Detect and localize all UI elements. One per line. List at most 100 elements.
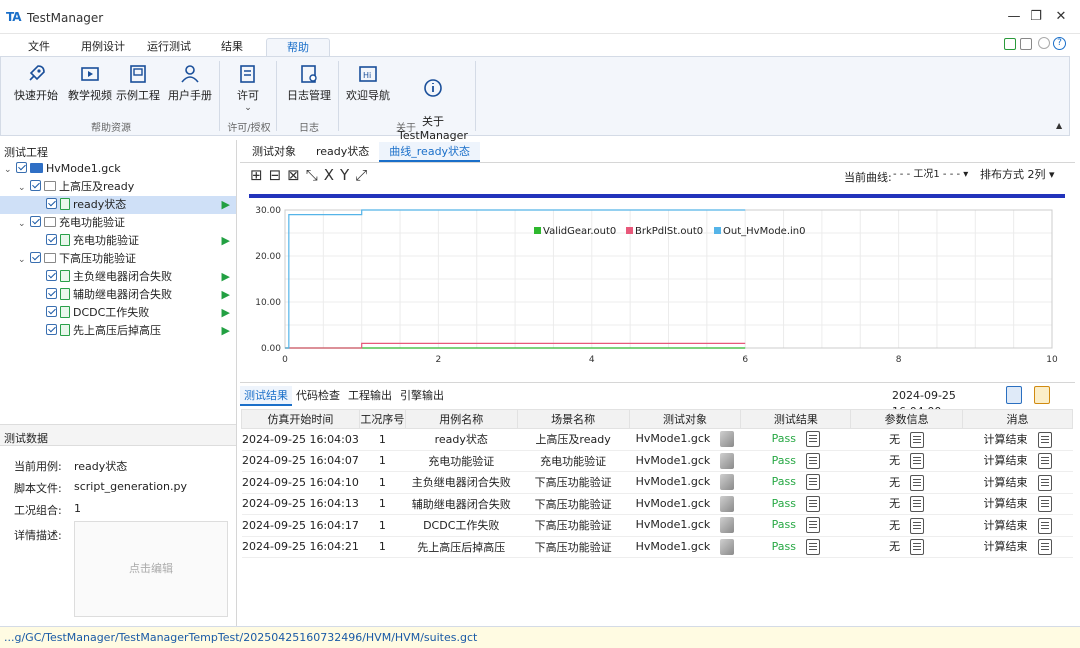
tab-ready-state[interactable]: ready状态 xyxy=(306,142,379,162)
details-icon[interactable] xyxy=(806,538,821,555)
close-button[interactable]: ✕ xyxy=(1049,8,1073,26)
zoom-in-icon[interactable]: ⊞ xyxy=(250,166,269,184)
tree-item-case[interactable]: 充电功能验证 ▶ xyxy=(0,232,236,250)
details-icon[interactable] xyxy=(806,474,821,491)
tree-item-case[interactable]: 先上高压后掉高压 ▶ xyxy=(0,322,236,340)
model-icon[interactable] xyxy=(720,431,735,448)
checkbox[interactable] xyxy=(46,234,57,245)
tree-item-case[interactable]: DCDC工作失败 ▶ xyxy=(0,304,236,322)
tree-item-folder[interactable]: ⌄ 充电功能验证 xyxy=(0,214,236,232)
details-icon[interactable] xyxy=(910,496,925,513)
menu-file[interactable]: 文件 xyxy=(20,38,58,56)
column-header[interactable]: 测试对象 xyxy=(628,409,742,429)
tree-item-project[interactable]: ⌄ HvMode1.gck xyxy=(0,160,236,178)
checkbox[interactable] xyxy=(46,198,57,209)
checkbox[interactable] xyxy=(46,306,57,317)
table-row[interactable]: 2024-09-25 16:04:13 1 辅助继电器闭合失败 下高压功能验证 HvMo… xyxy=(241,493,1073,515)
settings-icon[interactable] xyxy=(1038,37,1050,49)
details-icon[interactable] xyxy=(806,517,821,534)
y-axis-icon[interactable]: Y xyxy=(340,166,355,184)
details-icon[interactable] xyxy=(806,431,821,448)
tree-item-case[interactable]: 主负继电器闭合失败 ▶ xyxy=(0,268,236,286)
tab-test-object[interactable]: 测试对象 xyxy=(242,142,306,162)
table-row[interactable]: 2024-09-25 16:04:21 1 先上高压后掉高压 下高压功能验证 HvMod… xyxy=(241,536,1073,558)
checkbox[interactable] xyxy=(30,252,41,263)
run-icon[interactable] xyxy=(1004,38,1016,50)
description-editor[interactable]: 点击编辑 xyxy=(74,521,228,617)
tutorial-video-button[interactable]: 教学视频 xyxy=(63,63,117,113)
chevron-down-icon[interactable]: ⌄ xyxy=(18,179,30,197)
collapse-ribbon-icon[interactable]: ▲ xyxy=(1056,121,1062,130)
column-header[interactable]: 用例名称 xyxy=(404,409,518,429)
menu-results[interactable]: 结果 xyxy=(212,38,252,56)
x-axis-icon[interactable]: X xyxy=(324,166,340,184)
maximize-button[interactable]: ❐ xyxy=(1024,8,1048,26)
chevron-down-icon[interactable]: ⌄ xyxy=(18,215,30,233)
current-curve-select[interactable]: - - - 工况1 - - - ▾ xyxy=(893,167,975,183)
details-icon[interactable] xyxy=(910,517,925,534)
tree-item-folder[interactable]: ⌄ 下高压功能验证 xyxy=(0,250,236,268)
details-icon[interactable] xyxy=(1037,431,1052,448)
table-row[interactable]: 2024-09-25 16:04:17 1 DCDC工作失败 下高压功能验证 HvMod… xyxy=(241,514,1073,537)
pause-icon[interactable] xyxy=(1020,38,1032,50)
column-header[interactable]: 工况序号 xyxy=(358,409,406,429)
minimize-button[interactable]: — xyxy=(1002,8,1026,26)
chevron-down-icon[interactable]: ⌄ xyxy=(4,161,16,179)
table-row[interactable]: 2024-09-25 16:04:03 1 ready状态 上高压及ready HvMo… xyxy=(241,428,1073,451)
column-header[interactable]: 消息 xyxy=(962,409,1073,429)
menu-help[interactable]: 帮助 xyxy=(266,38,330,56)
checkbox[interactable] xyxy=(30,216,41,227)
details-icon[interactable] xyxy=(910,453,925,470)
report-icon[interactable] xyxy=(1034,386,1050,404)
legend-label[interactable]: BrkPdlSt.out0 xyxy=(635,226,703,237)
column-header[interactable]: 仿真开始时间 xyxy=(241,409,360,429)
sample-project-button[interactable]: 示例工程 xyxy=(115,63,161,113)
line-chart[interactable]: 0 2 4 6 8 10 0.00 10.00 20.00 30.00 ValidGear.out… xyxy=(240,198,1070,370)
details-icon[interactable] xyxy=(910,431,925,448)
menu-case-design[interactable]: 用例设计 xyxy=(76,38,130,56)
zoom-out-icon[interactable]: ⊟ xyxy=(269,166,288,184)
column-header[interactable]: 场景名称 xyxy=(516,409,630,429)
details-icon[interactable] xyxy=(1037,517,1052,534)
details-icon[interactable] xyxy=(1037,453,1052,470)
menu-run-test[interactable]: 运行测试 xyxy=(142,38,196,56)
fit-icon[interactable]: ⤡ xyxy=(306,166,324,184)
welcome-nav-button[interactable]: Hi 欢迎导航 xyxy=(343,63,393,113)
details-icon[interactable] xyxy=(1037,539,1052,556)
column-header[interactable]: 参数信息 xyxy=(850,409,964,429)
export-icon[interactable] xyxy=(1006,386,1022,404)
layout-select[interactable]: 排布方式 2列 ▾ xyxy=(980,167,1066,183)
tab-code-check[interactable]: 代码检查 xyxy=(292,386,344,406)
checkbox[interactable] xyxy=(46,288,57,299)
tab-curve[interactable]: 曲线_ready状态 xyxy=(379,142,481,162)
tab-engine-output[interactable]: 引擎输出 xyxy=(396,386,448,406)
legend-label[interactable]: Out_HvMode.in0 xyxy=(723,226,805,237)
details-icon[interactable] xyxy=(1037,474,1052,491)
checkbox[interactable] xyxy=(46,324,57,335)
run-case-icon[interactable]: ▶ xyxy=(222,286,230,304)
log-manage-button[interactable]: 日志管理 xyxy=(285,63,333,113)
details-icon[interactable] xyxy=(806,495,821,512)
details-icon[interactable] xyxy=(1037,496,1052,513)
column-header[interactable]: 测试结果 xyxy=(740,409,852,429)
tab-results[interactable]: 测试结果 xyxy=(240,386,292,406)
table-row[interactable]: 2024-09-25 16:04:10 1 主负继电器闭合失败 下高压功能验证 HvMo… xyxy=(241,471,1073,494)
details-icon[interactable] xyxy=(806,452,821,469)
quick-start-button[interactable]: 快速开始 xyxy=(11,63,61,113)
result-date-select[interactable]: 2024-09-25 16:04:00 ▾ xyxy=(892,388,1000,418)
chevron-down-icon[interactable]: ⌄ xyxy=(227,103,269,113)
help-icon[interactable]: ? xyxy=(1053,37,1066,50)
license-button[interactable]: 许可 ⌄ xyxy=(227,63,269,113)
chevron-down-icon[interactable]: ⌄ xyxy=(18,251,30,269)
run-case-icon[interactable]: ▶ xyxy=(222,268,230,286)
zoom-reset-icon[interactable]: ⊠ xyxy=(287,166,306,184)
tree-item-case[interactable]: ready状态 ▶ xyxy=(0,196,236,214)
checkbox[interactable] xyxy=(30,180,41,191)
checkbox[interactable] xyxy=(46,270,57,281)
tree-item-folder[interactable]: ⌄ 上高压及ready xyxy=(0,178,236,196)
tree-item-case[interactable]: 辅助继电器闭合失败 ▶ xyxy=(0,286,236,304)
run-case-icon[interactable]: ▶ xyxy=(222,304,230,322)
tab-project-output[interactable]: 工程输出 xyxy=(344,386,396,406)
run-case-icon[interactable]: ▶ xyxy=(222,322,230,340)
expand-icon[interactable]: ⤢ xyxy=(355,166,373,184)
